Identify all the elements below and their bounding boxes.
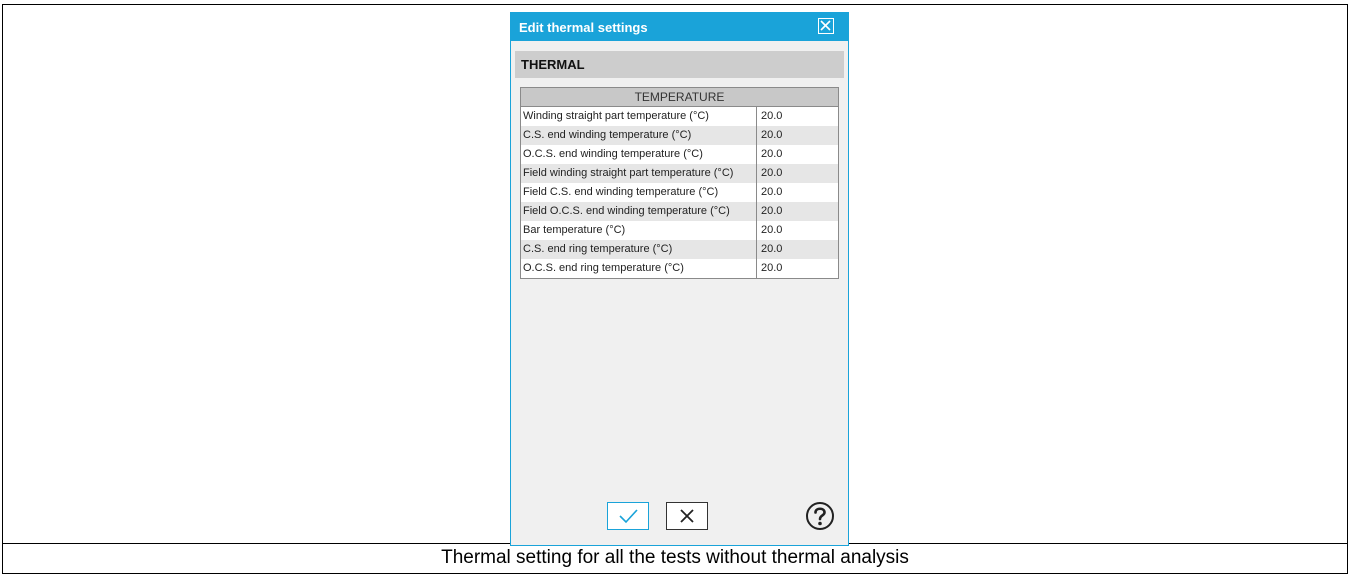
temperature-value-field[interactable]: 20.0 [757, 183, 838, 202]
edit-thermal-settings-dialog: Edit thermal settings THERMAL TEMPERATUR… [510, 12, 849, 546]
table-row: Bar temperature (°C) 20.0 [521, 221, 838, 240]
temperature-value-field[interactable]: 20.0 [757, 145, 838, 164]
temperature-param-label: C.S. end ring temperature (°C) [521, 240, 757, 259]
table-row: C.S. end winding temperature (°C) 20.0 [521, 126, 838, 145]
checkmark-icon [608, 507, 648, 525]
table-row: O.C.S. end winding temperature (°C) 20.0 [521, 145, 838, 164]
temperature-param-label: O.C.S. end winding temperature (°C) [521, 145, 757, 164]
table-row: Field winding straight part temperature … [521, 164, 838, 183]
temperature-table-body: Winding straight part temperature (°C) 20… [521, 107, 838, 278]
dialog-title: Edit thermal settings [519, 20, 648, 35]
temperature-value-field[interactable]: 20.0 [757, 259, 838, 278]
temperature-value-field[interactable]: 20.0 [757, 221, 838, 240]
table-row: Field O.C.S. end winding temperature (°C… [521, 202, 838, 221]
temperature-value-field[interactable]: 20.0 [757, 202, 838, 221]
temperature-param-label: Field C.S. end winding temperature (°C) [521, 183, 757, 202]
table-row: Winding straight part temperature (°C) 20… [521, 107, 838, 126]
dialog-titlebar: Edit thermal settings [511, 13, 848, 41]
table-row: C.S. end ring temperature (°C) 20.0 [521, 240, 838, 259]
temperature-param-label: Bar temperature (°C) [521, 221, 757, 240]
section-thermal-header: THERMAL [515, 51, 844, 78]
temperature-param-label: Winding straight part temperature (°C) [521, 107, 757, 126]
temperature-param-label: C.S. end winding temperature (°C) [521, 126, 757, 145]
x-icon [667, 507, 707, 525]
temperature-value-field[interactable]: 20.0 [757, 240, 838, 259]
temperature-value-field[interactable]: 20.0 [757, 107, 838, 126]
temperature-table: TEMPERATURE Winding straight part temper… [520, 87, 839, 279]
cancel-button[interactable] [666, 502, 708, 530]
figure-caption: Thermal setting for all the tests withou… [2, 543, 1348, 574]
temperature-param-label: Field winding straight part temperature … [521, 164, 757, 183]
help-question-mark-icon[interactable] [805, 501, 835, 531]
temperature-param-label: Field O.C.S. end winding temperature (°C… [521, 202, 757, 221]
temperature-table-header: TEMPERATURE [521, 88, 838, 107]
temperature-value-field[interactable]: 20.0 [757, 126, 838, 145]
temperature-value-field[interactable]: 20.0 [757, 164, 838, 183]
table-row: Field C.S. end winding temperature (°C) 2… [521, 183, 838, 202]
temperature-param-label: O.C.S. end ring temperature (°C) [521, 259, 757, 278]
close-icon[interactable] [818, 18, 834, 34]
table-row: O.C.S. end ring temperature (°C) 20.0 [521, 259, 838, 278]
ok-button[interactable] [607, 502, 649, 530]
figure-frame: Edit thermal settings THERMAL TEMPERATUR… [2, 4, 1348, 546]
